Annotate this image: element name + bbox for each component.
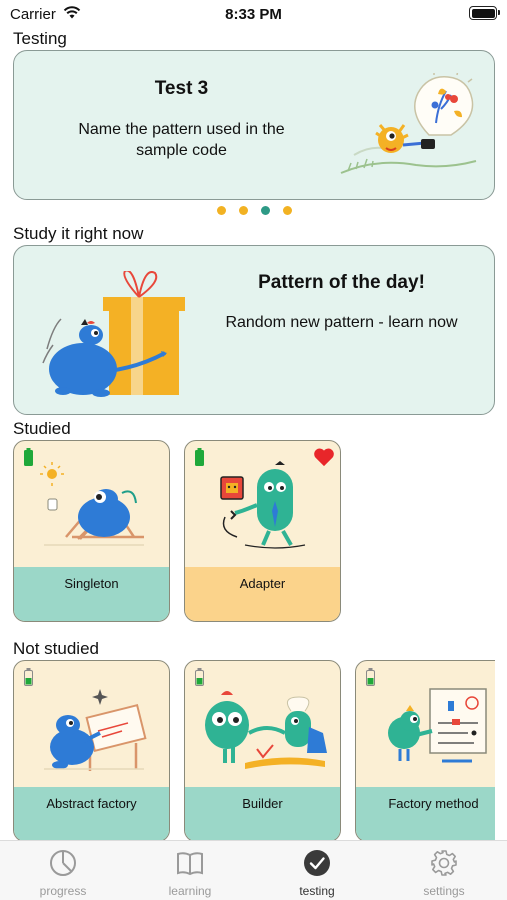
test-description: Name the pattern used in the sample code xyxy=(78,121,285,159)
tab-progress[interactable]: progress xyxy=(0,841,126,900)
battery-icon xyxy=(469,6,500,20)
factory-method-machine-illustration xyxy=(388,688,487,763)
pattern-of-the-day-card[interactable]: Pattern of the day! Random new pattern -… xyxy=(13,245,495,415)
battery-low-icon xyxy=(366,668,375,686)
pattern-card-label: Singleton xyxy=(64,576,119,591)
tab-settings[interactable]: settings xyxy=(381,841,507,900)
test-card[interactable]: Test 3 Name the pattern used in the samp… xyxy=(13,50,495,200)
battery-low-icon xyxy=(195,668,204,686)
pattern-card-factory-method[interactable]: Factory method xyxy=(355,660,495,842)
pattern-card-label: Factory method xyxy=(388,796,479,811)
status-bar: Carrier 8:33 PM xyxy=(0,0,507,28)
pattern-card-label-bar: Adapter xyxy=(185,567,340,621)
status-time: 8:33 PM xyxy=(225,6,282,23)
tab-label: settings xyxy=(423,884,465,898)
pager-dots[interactable] xyxy=(0,206,507,216)
gift-box-character-illustration xyxy=(42,271,185,397)
abstract-factory-drawing-illustration xyxy=(44,689,147,771)
pattern-card-label-bar: Factory method xyxy=(356,787,495,841)
tab-label: learning xyxy=(168,884,212,898)
tab-label: testing xyxy=(299,884,335,898)
test-title: Test 3 xyxy=(154,78,209,99)
heart-favorite-icon[interactable] xyxy=(313,447,335,467)
pattern-card-label: Builder xyxy=(242,796,283,811)
pattern-card-label: Adapter xyxy=(239,576,286,591)
book-icon xyxy=(177,852,203,876)
pattern-card-label-bar: Singleton xyxy=(14,567,169,621)
progress-icon xyxy=(50,850,76,876)
pattern-of-the-day-description: Random new pattern - learn now xyxy=(225,314,458,331)
battery-full-icon xyxy=(195,448,204,466)
pattern-card-builder[interactable]: Builder xyxy=(184,660,341,842)
pattern-of-the-day-title: Pattern of the day! xyxy=(258,272,425,293)
pattern-card-label-bar: Abstract factory xyxy=(14,787,169,841)
section-title-not-studied: Not studied xyxy=(13,639,99,658)
section-title-studied: Studied xyxy=(13,419,71,438)
pager-dot-active[interactable] xyxy=(260,206,270,215)
tab-testing[interactable]: testing xyxy=(254,841,380,900)
pager-dot[interactable] xyxy=(238,206,248,215)
pattern-card-label-bar: Builder xyxy=(185,787,340,841)
pattern-card-singleton[interactable]: Singleton xyxy=(13,440,170,622)
tab-bar: progress learning testing settings xyxy=(0,840,507,900)
pattern-card-label: Abstract factory xyxy=(46,796,137,811)
not-studied-carousel[interactable]: Abstract factory Builder Factory method xyxy=(0,658,495,843)
lightbulb-character-illustration xyxy=(340,73,477,174)
gear-icon xyxy=(431,850,457,876)
pattern-card-abstract-factory[interactable]: Abstract factory xyxy=(13,660,170,842)
tab-learning[interactable]: learning xyxy=(127,841,253,900)
section-title-study-now: Study it right now xyxy=(13,224,144,243)
singleton-beach-chair-illustration xyxy=(40,462,144,546)
section-title-testing: Testing xyxy=(13,29,67,48)
tab-label: progress xyxy=(39,884,87,898)
pager-dot[interactable] xyxy=(216,206,226,215)
battery-full-icon xyxy=(24,448,33,466)
pattern-card-adapter[interactable]: Adapter xyxy=(184,440,341,622)
battery-low-icon xyxy=(24,668,33,686)
pager-dot[interactable] xyxy=(282,206,292,215)
builder-characters-illustration xyxy=(205,691,327,769)
checkmark-circle-icon xyxy=(304,850,330,876)
